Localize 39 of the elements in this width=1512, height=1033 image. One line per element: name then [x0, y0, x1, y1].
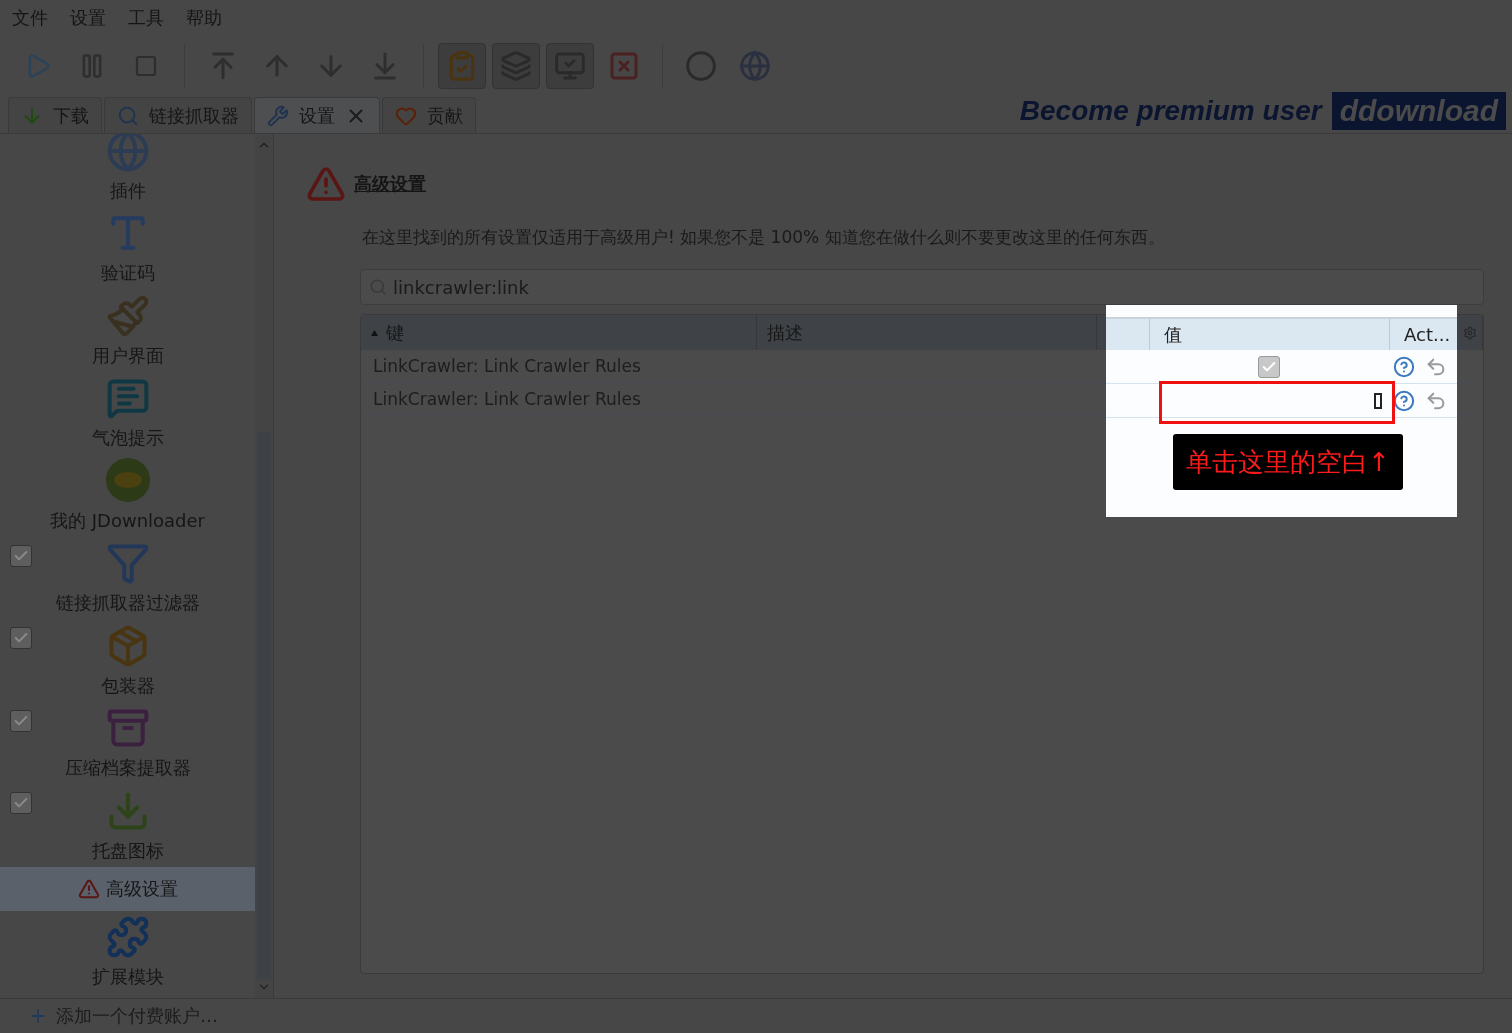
- puzzle-icon: [105, 915, 150, 959]
- wrench-icon: [267, 104, 289, 127]
- sort-icon: [371, 329, 378, 336]
- premium-banner-text[interactable]: Become premium user: [1019, 95, 1322, 127]
- checkbox[interactable]: [10, 544, 32, 567]
- checkbox[interactable]: [10, 792, 32, 814]
- sidebar-label: 高级设置: [105, 876, 178, 901]
- window-close-icon: [608, 50, 640, 82]
- stop-icon: [134, 54, 158, 78]
- input-field[interactable]: [1159, 381, 1395, 424]
- circle-icon: [685, 50, 717, 82]
- monitor-button[interactable]: [546, 43, 594, 89]
- checkbox[interactable]: [10, 709, 32, 732]
- globe-icon: [739, 50, 771, 82]
- search-icon: [117, 104, 139, 127]
- checkbox[interactable]: [1258, 355, 1280, 378]
- help-icon[interactable]: [1393, 389, 1415, 412]
- warning-icon: [306, 164, 346, 204]
- globe-icon: [104, 456, 151, 503]
- checkbox[interactable]: [10, 627, 32, 649]
- filter-icon: [105, 541, 150, 585]
- brand-logo[interactable]: ddownload: [1331, 92, 1506, 130]
- reconnect-button[interactable]: [492, 43, 540, 89]
- tab-label: 设置: [299, 103, 335, 128]
- settings-icon[interactable]: [1462, 325, 1477, 340]
- text-cursor-icon: [1374, 393, 1382, 409]
- column-header[interactable]: 值: [1149, 319, 1389, 350]
- column-header[interactable]: Act...: [1389, 319, 1457, 350]
- archive-icon: [105, 706, 150, 750]
- globe-icon: [105, 134, 150, 173]
- paintbrush-icon: [105, 293, 150, 338]
- speech-bubble-icon: [105, 376, 150, 420]
- tab[interactable]: 设置: [254, 97, 380, 133]
- hint-label: 单击这里的空白↑: [1173, 434, 1403, 490]
- warning-icon: [77, 877, 100, 900]
- clipboard-button[interactable]: [438, 43, 486, 89]
- sidebar-item[interactable]: 高级设置: [0, 866, 255, 911]
- plus-icon: [28, 1006, 48, 1026]
- help-icon[interactable]: [1393, 355, 1415, 378]
